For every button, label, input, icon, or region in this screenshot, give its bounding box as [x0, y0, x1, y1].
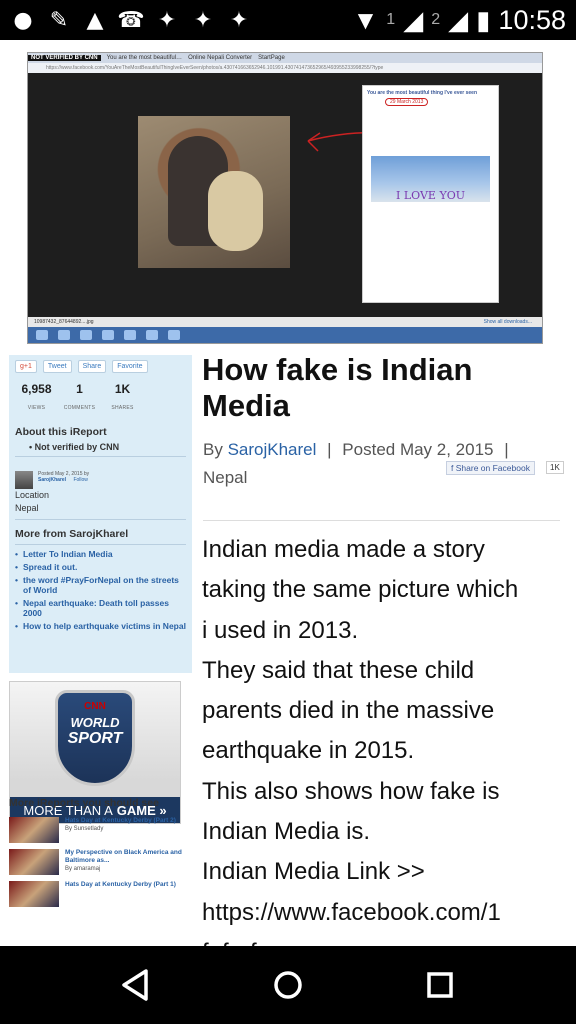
- facebook-link[interactable]: https://www.facebook.com/1: [202, 893, 576, 933]
- thumbnail: [9, 849, 59, 875]
- home-button[interactable]: [258, 955, 318, 1015]
- location-value: Nepal: [15, 503, 39, 513]
- ireport-sidebar: g+1 Tweet Share Favorite 6,958 VIEWS 1 COM…: [9, 355, 192, 673]
- more-from-link[interactable]: How to help earthquake victims in Nepal: [15, 621, 186, 631]
- author-link[interactable]: SarojKharel: [228, 440, 317, 459]
- avatar[interactable]: [15, 471, 33, 489]
- windows-taskbar: [28, 327, 542, 343]
- sim1-label: 1: [386, 11, 396, 28]
- comments-stat: 1 COMMENTS: [63, 382, 96, 411]
- author-block: Posted May 2, 2015 by SarojKharel Follow: [15, 471, 186, 489]
- shot-tab: Online Nepali Converter: [188, 55, 253, 61]
- list-item[interactable]: My Perspective on Black America and Balt…: [9, 849, 192, 875]
- more-from-link[interactable]: Nepal earthquake: Death toll passes 2000: [15, 598, 186, 618]
- facebook-photo-panel: You are the most beautiful thing I've ev…: [362, 85, 499, 303]
- shot-url: https://www.facebook.com/YouAreTheMostBe…: [28, 63, 542, 73]
- world-sport-logo: CNN WORLD SPORT: [55, 690, 135, 786]
- more-from-list: Letter To Indian Media Spread it out. th…: [15, 549, 186, 631]
- signal-icon: ◢: [403, 4, 424, 35]
- back-button[interactable]: [106, 955, 166, 1015]
- more-from-link[interactable]: Letter To Indian Media: [15, 549, 186, 559]
- twitter-icon: ✦: [229, 7, 249, 33]
- about-title: About this iReport: [15, 426, 107, 438]
- article-title: How fake is Indian Media: [202, 352, 473, 423]
- share-count: 1K: [546, 461, 564, 474]
- download-file: 10987432_87644892....jpg: [34, 319, 94, 325]
- divider: [203, 520, 560, 521]
- signal-icon: ◢: [448, 4, 469, 35]
- app-update-icon: ▲: [86, 7, 104, 33]
- back-icon: [122, 969, 148, 1001]
- location-label: Location: [15, 490, 50, 500]
- follow-link[interactable]: Follow: [73, 477, 87, 483]
- more-ireports: More iReports you should see Hats Day at…: [9, 797, 192, 913]
- children-photo: [138, 116, 290, 268]
- whatsapp-icon: ☎: [117, 7, 145, 33]
- facebook-share-button[interactable]: f Share on Facebook: [446, 461, 535, 475]
- tweet-button[interactable]: Tweet: [42, 360, 72, 373]
- not-verified-label: • Not verified by CNN: [29, 442, 120, 452]
- more-from-link[interactable]: the word #PrayForNepal on the streets of…: [15, 575, 186, 595]
- shot-tab: StartPage: [258, 55, 285, 61]
- wifi-icon: ▼: [352, 4, 379, 35]
- article-location: Nepal: [203, 468, 248, 487]
- not-verified-badge: NOT VERIFIED BY CNN: [28, 55, 101, 61]
- chat-bubble-icon: ●: [13, 7, 33, 33]
- show-downloads: Show all downloads...: [483, 319, 532, 325]
- more-from-title: More from SarojKharel: [15, 528, 129, 540]
- stylus-icon: ✎: [49, 7, 69, 33]
- shot-tab: You are the most beautiful…: [106, 55, 183, 61]
- article-body: Indian media made a story taking the sam…: [202, 530, 576, 946]
- thumbnail: [9, 817, 59, 843]
- thumbnail: [9, 881, 59, 907]
- author-link[interactable]: SarojKharel: [38, 477, 66, 483]
- panel-date: 29 March 2013: [385, 98, 429, 106]
- battery-icon: ▮: [476, 4, 491, 35]
- recents-button[interactable]: [410, 955, 470, 1015]
- favorite-button[interactable]: Favorite: [112, 360, 148, 373]
- panel-title: You are the most beautiful thing I've ev…: [367, 90, 478, 96]
- shares-stat: 1K SHARES: [111, 382, 134, 411]
- navigation-bar: [0, 946, 576, 1024]
- ad-image: I LOVE YOU: [371, 156, 490, 202]
- share-button[interactable]: Share: [77, 360, 107, 373]
- recents-icon: [427, 972, 453, 998]
- sim2-label: 2: [431, 11, 441, 28]
- posted-date: Posted May 2, 2015: [342, 440, 494, 459]
- twitter-icon: ✦: [193, 7, 213, 33]
- more-from-link[interactable]: Spread it out.: [15, 562, 186, 572]
- list-item[interactable]: Hats Day at Kentucky Derby (Part 2) By Su…: [9, 817, 192, 843]
- views-stat: 6,958 VIEWS: [21, 382, 52, 411]
- gplus-button[interactable]: g+1: [15, 360, 37, 373]
- status-bar: ● ✎ ▲ ☎ ✦ ✦ ✦ ▼ 1 ◢ 2 ◢ ▮ 10:58: [0, 0, 576, 40]
- embedded-screenshot-image: NOT VERIFIED BY CNN You are the most bea…: [27, 52, 543, 344]
- twitter-icon: ✦: [157, 7, 177, 33]
- clock: 10:58: [498, 4, 566, 35]
- facebook-icon: f: [451, 463, 454, 473]
- home-icon: [274, 971, 302, 999]
- more-ireports-title: More iReports you should see: [9, 797, 159, 809]
- webpage[interactable]: NOT VERIFIED BY CNN You are the most bea…: [0, 40, 576, 946]
- list-item[interactable]: Hats Day at Kentucky Derby (Part 1): [9, 881, 192, 907]
- download-bar: 10987432_87644892....jpg Show all downlo…: [28, 317, 542, 327]
